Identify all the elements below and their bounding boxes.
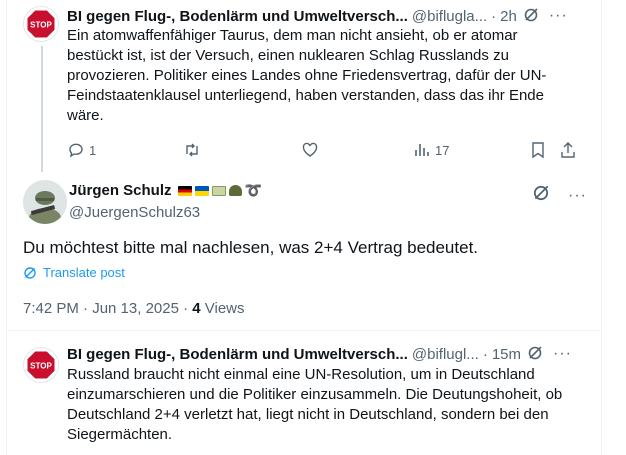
- bookmark-button[interactable]: [529, 141, 559, 159]
- more-icon[interactable]: ···: [568, 187, 587, 205]
- like-icon: [302, 142, 318, 157]
- share-icon: [561, 142, 575, 158]
- post-text: Russland braucht nicht einmal eine UN-Re…: [67, 366, 563, 443]
- germany-flag-icon: [177, 185, 192, 196]
- reply-post[interactable]: STOP BI gegen Flug-, Bodenlärm und Umwel…: [7, 331, 601, 455]
- views-icon: [415, 144, 429, 156]
- avatar[interactable]: STOP: [23, 347, 59, 383]
- views-label: Views: [200, 300, 245, 317]
- reply-parent-post[interactable]: STOP BI gegen Flug-, Bodenlärm und Umwel…: [7, 0, 601, 172]
- author-handle[interactable]: @biflugl...: [412, 346, 479, 363]
- stop-sign-icon: STOP: [26, 9, 56, 39]
- author-name[interactable]: BI gegen Flug-, Bodenlärm und Umweltvers…: [67, 346, 408, 363]
- author-name[interactable]: Jürgen Schulz: [69, 182, 172, 199]
- avatar-stop-text: STOP: [30, 21, 52, 30]
- post-text: Ein atomwaffenfähiger Taurus, dem man ni…: [67, 27, 547, 124]
- helmet-emoji-icon: [228, 185, 242, 196]
- avatar[interactable]: STOP: [23, 6, 59, 42]
- retweet-icon: [186, 143, 198, 157]
- grok-icon[interactable]: [532, 184, 550, 207]
- views-count: 4: [192, 300, 201, 317]
- soldier-avatar-icon: [23, 180, 67, 224]
- post-text: Du möchtest bitte mal nachlesen, was 2+4…: [23, 238, 479, 257]
- reply-count: 1: [89, 142, 97, 158]
- avatar[interactable]: [23, 180, 67, 224]
- post-timestamp[interactable]: 7:42 PM · Jun 13, 2025 ·: [23, 300, 192, 317]
- more-icon[interactable]: ···: [549, 7, 568, 25]
- views-button[interactable]: 17: [413, 141, 529, 159]
- separator-dot: ·: [482, 345, 488, 363]
- bookmark-icon: [532, 142, 544, 159]
- more-icon[interactable]: ···: [553, 345, 572, 363]
- share-button[interactable]: [559, 141, 577, 159]
- post-time[interactable]: 2h: [500, 8, 517, 25]
- retweet-button[interactable]: [183, 141, 301, 159]
- ribbon-emoji-icon: ➰: [244, 182, 262, 198]
- author-handle[interactable]: @biflugla...: [412, 8, 487, 25]
- views-count: 17: [435, 142, 450, 158]
- author-name-row: Jürgen Schulz ➰: [69, 182, 262, 199]
- stop-sign-icon: STOP: [26, 350, 56, 380]
- grok-icon[interactable]: [523, 7, 539, 26]
- post-actions: 1 17: [67, 140, 581, 160]
- grok-icon[interactable]: [527, 345, 543, 364]
- avatar-stop-text: STOP: [30, 362, 52, 371]
- translate-label[interactable]: Translate post: [43, 265, 125, 280]
- translate-icon: [24, 266, 36, 279]
- ukraine-flag-icon: [194, 185, 209, 196]
- post-meta: 7:42 PM · Jun 13, 2025 · 4 Views: [23, 300, 245, 317]
- author-name[interactable]: BI gegen Flug-, Bodenlärm und Umweltvers…: [67, 8, 408, 25]
- focused-post: Jürgen Schulz ➰ @JuergenSchulz63 ··· Du …: [7, 170, 601, 330]
- author-handle[interactable]: @JuergenSchulz63: [69, 204, 200, 221]
- reply-button[interactable]: 1: [67, 141, 183, 159]
- like-button[interactable]: [301, 141, 413, 159]
- post-time[interactable]: 15m: [492, 346, 521, 363]
- timeline-frame: STOP BI gegen Flug-, Bodenlärm und Umwel…: [6, 0, 602, 455]
- post-header: BI gegen Flug-, Bodenlärm und Umweltvers…: [67, 344, 593, 364]
- translate-link[interactable]: Translate post: [23, 265, 125, 280]
- reply-icon: [69, 143, 83, 158]
- thread-line: [41, 46, 43, 172]
- post-header-actions: ···: [532, 184, 587, 207]
- post-header: BI gegen Flug-, Bodenlärm und Umweltvers…: [67, 6, 593, 26]
- document-emoji-icon: [211, 185, 226, 196]
- separator-dot: ·: [491, 7, 497, 25]
